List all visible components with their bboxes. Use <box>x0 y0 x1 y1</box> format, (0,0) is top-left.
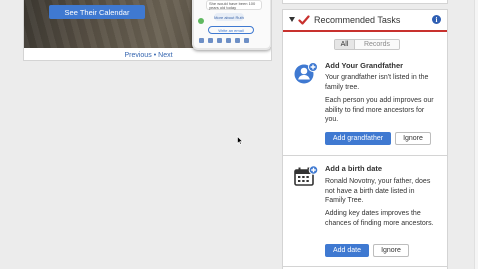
filter-tabs: All Records <box>334 39 400 50</box>
task-description: Ronald Novotny, your father, does not ha… <box>325 178 431 204</box>
page: See Their Calendar She would have been 1… <box>0 0 478 269</box>
task-card-add-birth-date: Add a birth date Ronald Novotny, your fa… <box>283 159 447 267</box>
add-date-button[interactable]: Add date <box>325 244 369 257</box>
recommended-tasks-panel: Recommended Tasks i All Records Add Your… <box>282 9 448 269</box>
pager-next-link[interactable]: Next <box>158 52 172 59</box>
mouse-cursor-icon <box>237 136 243 145</box>
grid-icon <box>199 37 204 43</box>
phone-chip: Write an email <box>208 26 254 34</box>
task-detail: Each person you add improves our ability… <box>325 97 434 123</box>
see-their-calendar-button[interactable]: See Their Calendar <box>49 5 145 19</box>
phone-mockup-image: She would have been 100 years old today … <box>192 0 271 50</box>
phone-pill: More about Ruth <box>214 13 244 21</box>
phone-message: She would have been 100 years old today <box>206 0 262 10</box>
task-title: Add a birth date <box>325 164 383 173</box>
task-detail: Adding key dates improves the chances of… <box>325 210 434 227</box>
camera-icon <box>217 37 222 43</box>
ignore-button[interactable]: Ignore <box>373 244 409 257</box>
add-date-icon <box>294 165 318 186</box>
task-title: Add Your Grandfather <box>325 61 404 70</box>
location-icon <box>244 37 249 43</box>
calendar-promo-card: See Their Calendar She would have been 1… <box>23 0 272 61</box>
info-icon[interactable]: i <box>432 15 441 24</box>
panel-title: Recommended Tasks <box>314 15 401 25</box>
collapse-caret-icon[interactable] <box>289 17 295 22</box>
tab-all[interactable]: All <box>335 40 355 49</box>
checkmark-icon <box>298 15 310 25</box>
phone-status-dot-icon <box>198 18 204 24</box>
task-card-add-grandfather: Add Your Grandfather Your grandfather is… <box>283 56 447 156</box>
pager-previous-link[interactable]: Previous <box>124 52 151 59</box>
tab-records[interactable]: Records <box>355 40 399 49</box>
previous-panel-bottom <box>282 0 448 4</box>
add-grandfather-button[interactable]: Add grandfather <box>325 132 391 145</box>
scrollbar-track[interactable] <box>474 0 478 269</box>
phone-toolbar <box>197 36 267 44</box>
pager-separator: • <box>153 51 157 59</box>
ignore-button[interactable]: Ignore <box>395 132 431 145</box>
add-person-icon <box>294 62 318 84</box>
emoji-icon <box>235 37 240 43</box>
image-icon <box>208 37 213 43</box>
carousel-pager: Previous • Next <box>24 49 271 60</box>
mic-icon <box>226 37 231 43</box>
panel-header: Recommended Tasks i <box>283 10 447 32</box>
task-description: Your grandfather isn't listed in the fam… <box>325 74 429 91</box>
